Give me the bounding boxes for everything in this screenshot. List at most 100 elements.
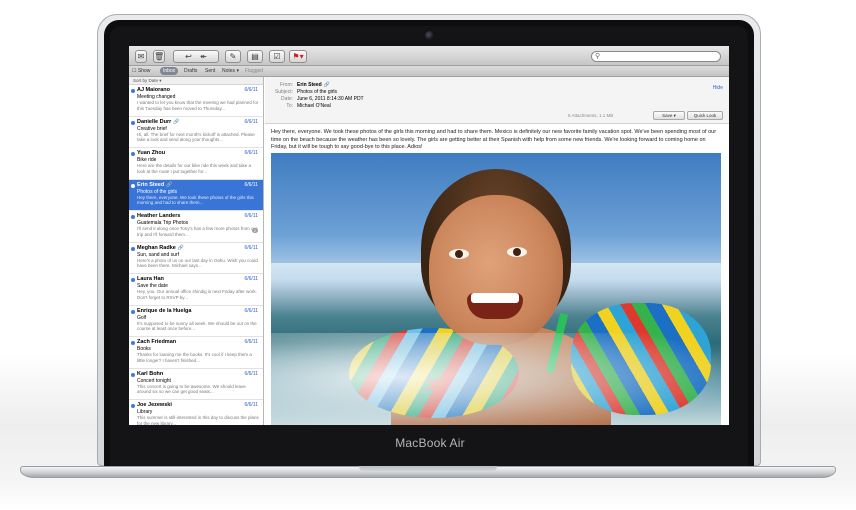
- photo-teeth: [471, 293, 519, 303]
- favorite-sent[interactable]: Sent: [205, 66, 215, 76]
- show-mailboxes-button[interactable]: ☐ Show: [132, 66, 150, 76]
- favorite-flagged[interactable]: Flagged: [245, 66, 263, 76]
- from-label: From:: [279, 82, 293, 88]
- macbook-brand-label: MacBook Air: [395, 436, 465, 450]
- message-date: 6/6/11: [244, 307, 258, 314]
- envelope-icon: ✉: [137, 52, 145, 61]
- message-preview: Thanks for loaning me the books. It's co…: [137, 352, 252, 363]
- new-note-button[interactable]: ▤: [247, 50, 263, 63]
- unread-dot-icon: [131, 120, 135, 125]
- sort-menu[interactable]: Sort by Date ▾: [129, 77, 263, 85]
- header-date-row: Date: June 6, 2011 8:14:30 AM PDT: [271, 96, 364, 102]
- header-from-row: From: Erin Steed 🔗: [271, 82, 330, 88]
- message-date: 6/6/11: [244, 244, 258, 251]
- message-list-item[interactable]: Erin Steed 🔗 6/6/11 Photos of the girls Hey …: [129, 179, 263, 211]
- message-sender: Zach Friedman: [137, 339, 177, 345]
- message-date: 6/6/11: [244, 339, 258, 345]
- compose-icon: ✎: [229, 52, 237, 61]
- paperclip-icon: 🔗: [323, 82, 330, 88]
- message-sender: Heather Landers: [137, 213, 181, 219]
- message-sender: Danielle Durr 🔗: [137, 118, 180, 125]
- message-date: 6/6/11: [244, 370, 258, 377]
- message-list-item[interactable]: Meghan Radke 🔗 6/6/11 Sun, sand and surf Her…: [129, 243, 263, 274]
- unread-dot-icon: [131, 183, 135, 188]
- message-preview: I'll send it along once Tony's has a few…: [137, 226, 258, 237]
- unread-dot-icon: [131, 404, 135, 408]
- thread-count-badge: 2: [251, 228, 258, 233]
- message-list-item[interactable]: Danielle Durr 🔗 6/6/11 Creative brief Hi, al…: [129, 117, 263, 148]
- message-sender: AJ Maiorano: [137, 87, 171, 93]
- reply-segmented-control: ↩↞→: [173, 50, 219, 72]
- message-list-item[interactable]: Yuan Zhou 6/6/11 Bike ride Here are the det…: [129, 148, 263, 180]
- date-value: June 6, 2011 8:14:30 AM PDT: [297, 96, 364, 102]
- search-icon: ⚲: [595, 53, 601, 60]
- message-viewer: From: Erin Steed 🔗 Subject: Photos of the g…: [265, 77, 729, 425]
- favorite-drafts[interactable]: Drafts: [184, 66, 197, 76]
- favorite-inbox[interactable]: Inbox: [160, 67, 179, 75]
- message-preview: Here's a photo of us on our last day in …: [137, 257, 258, 269]
- photo-face: [429, 195, 563, 345]
- message-list-item[interactable]: Zach Friedman 6/6/11 Books Thanks for loani…: [129, 337, 263, 369]
- hide-details-link[interactable]: Hide: [713, 85, 723, 91]
- camera-icon: [425, 31, 434, 40]
- unread-dot-icon: [131, 341, 135, 345]
- unread-dot-icon: [131, 215, 135, 219]
- message-sender: Enrique de la Huelga: [137, 307, 192, 314]
- search-field[interactable]: ⚲: [591, 51, 721, 62]
- unread-dot-icon: [131, 278, 135, 282]
- to-label: To:: [286, 103, 293, 109]
- message-date: 6/6/11: [244, 402, 258, 408]
- message-preview: Here are the details for our bike ride t…: [137, 163, 252, 174]
- photo-surf: [271, 333, 721, 425]
- message-body: Hey there, everyone. We took these photo…: [271, 129, 717, 151]
- photo-smile: [467, 293, 523, 319]
- mail-toolbar: ✉ 🗑 ↩↞→ ✎ ▤ ☑ ⚑▾ ⚲: [129, 46, 729, 72]
- favorites-bar: ☐ Show Inbox Drafts Sent Notes ▾ Flagged: [129, 66, 729, 77]
- todo-button[interactable]: ☑: [269, 50, 285, 63]
- message-list-item[interactable]: Enrique de la Huelga 6/6/11 Golf It's suppo…: [129, 306, 263, 337]
- delete-button[interactable]: 🗑: [153, 50, 165, 63]
- attached-photo[interactable]: ✶: [271, 153, 721, 425]
- photo-eye-left: [449, 249, 469, 259]
- message-preview: This summer is still-interested in this …: [137, 415, 259, 425]
- message-list-item[interactable]: Karl Bohn 6/6/11 Concert tonight This conce…: [129, 369, 263, 400]
- message-list-item[interactable]: Joe Jezewski 6/6/11 Library This summer is …: [129, 400, 263, 425]
- get-mail-button[interactable]: ✉: [135, 50, 147, 63]
- new-message-button[interactable]: ✎: [225, 50, 241, 63]
- unread-dot-icon: [131, 309, 135, 314]
- message-list-item[interactable]: AJ Maiorano 6/6/11 Meeting changed I wanted…: [129, 85, 263, 117]
- trash-icon: 🗑: [154, 52, 165, 61]
- to-value[interactable]: Michael O'Neal: [297, 103, 331, 109]
- message-preview: It's supposed to be sunny all week. We s…: [137, 320, 257, 332]
- note-icon: ▤: [251, 52, 259, 61]
- message-sender: Meghan Radke 🔗: [137, 244, 185, 251]
- message-sender: Laura Han: [137, 276, 164, 282]
- unread-dot-icon: [131, 246, 135, 251]
- header-subject-row: Subject: Photos of the girls: [271, 89, 337, 95]
- subject-label: Subject:: [274, 89, 293, 95]
- message-list-item[interactable]: Heather Landers 6/6/11 Guatemala Trip Phot…: [129, 211, 263, 243]
- todo-icon: ☑: [273, 52, 281, 61]
- message-sender: Karl Bohn: [137, 370, 164, 377]
- favorite-notes[interactable]: Notes ▾: [222, 66, 239, 76]
- reply-all-icon[interactable]: ↞: [196, 51, 211, 62]
- flag-icon: ⚑▾: [292, 52, 304, 61]
- message-list: Sort by Date ▾ AJ Maiorano 6/6/11 Meeting …: [129, 77, 264, 425]
- from-value[interactable]: Erin Steed: [297, 82, 322, 88]
- message-list-item[interactable]: Laura Han 6/6/11 Save the date Hey, you. Ou…: [129, 274, 263, 306]
- macbook-opening-notch: [359, 466, 497, 472]
- paperclip-icon: 🔗: [173, 118, 180, 125]
- paperclip-icon: 🔗: [177, 244, 185, 251]
- message-date: 6/6/11: [244, 150, 258, 156]
- paperclip-icon: 🔗: [166, 181, 173, 188]
- message-preview: Hey there, everyone. We took these photo…: [137, 194, 254, 206]
- flag-button[interactable]: ⚑▾: [289, 50, 307, 63]
- message-date: 6/6/11: [244, 276, 258, 282]
- message-preview: Hi, all. The brief for next month's kick…: [137, 131, 255, 143]
- quick-look-button[interactable]: Quick Look: [687, 111, 723, 120]
- unread-dot-icon: [131, 89, 135, 93]
- save-attachments-button[interactable]: Save ▾: [653, 111, 685, 120]
- reply-icon[interactable]: ↩: [181, 51, 196, 62]
- unread-dot-icon: [131, 372, 135, 377]
- message-sender: Yuan Zhou: [137, 150, 166, 156]
